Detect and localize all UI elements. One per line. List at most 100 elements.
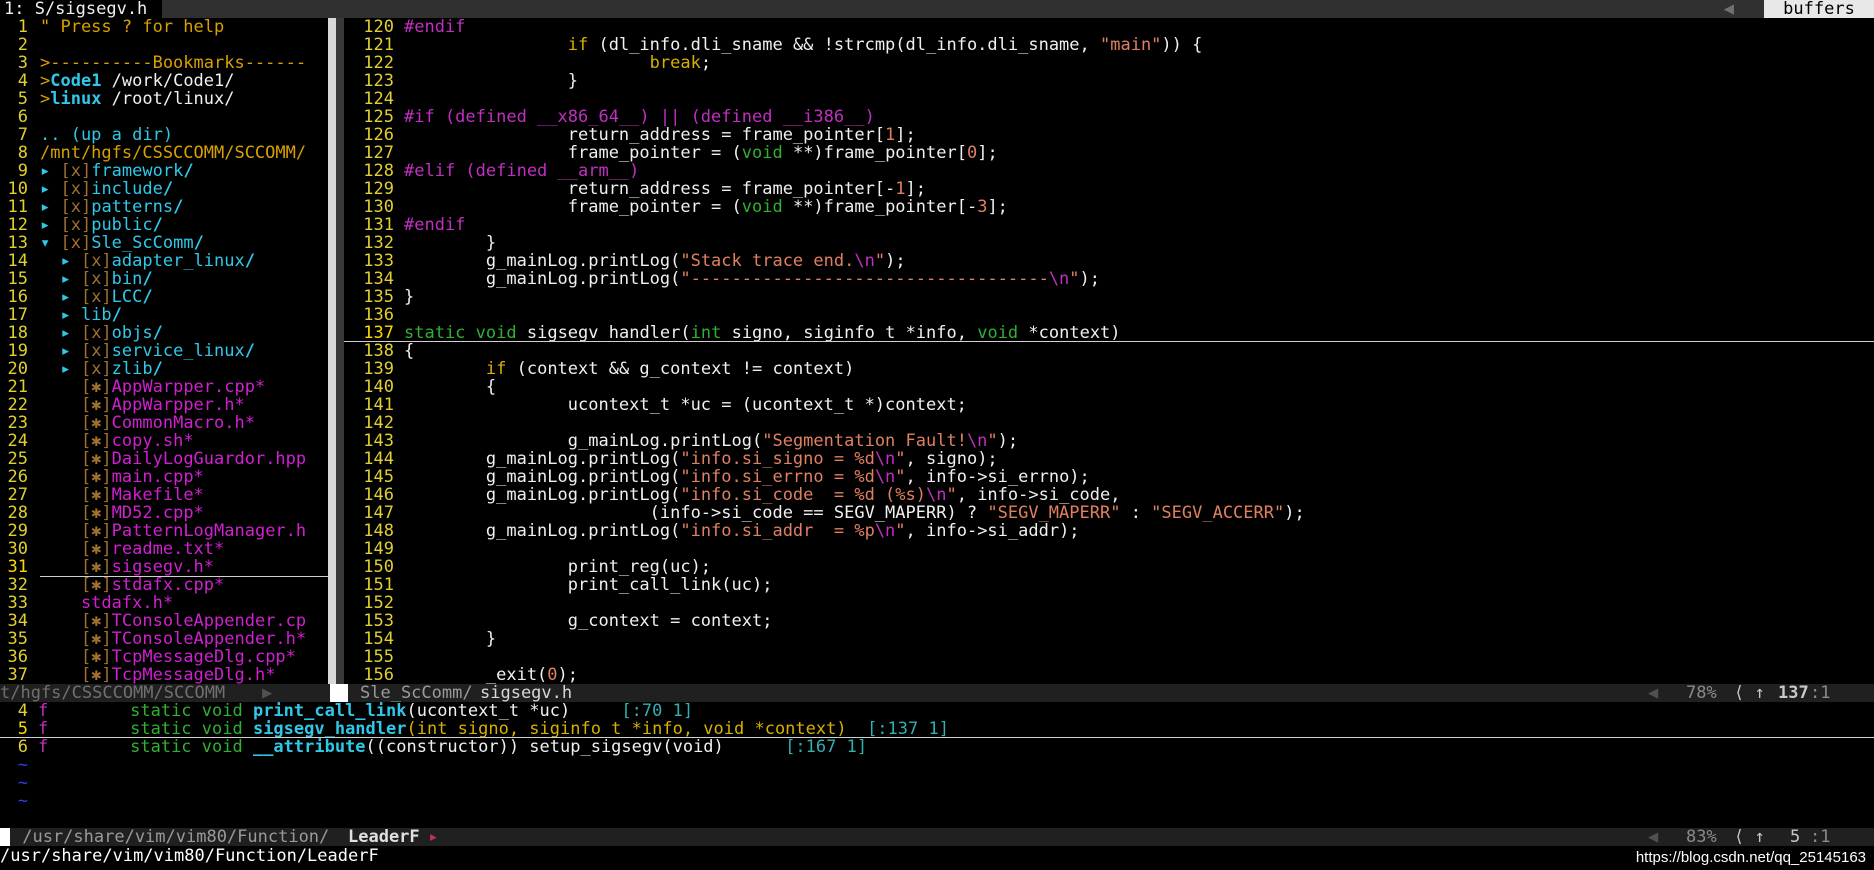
- nerdtree-text: ▾: [40, 234, 61, 252]
- code-line[interactable]: 156 _exit(0);: [344, 666, 1874, 684]
- tag-line[interactable]: 6f static void __attribute ((constructor)…: [0, 738, 1874, 756]
- tag-line[interactable]: 4f static void print_call_link (ucontext_…: [0, 702, 1874, 720]
- code-line[interactable]: 154 }: [344, 630, 1874, 648]
- nerdtree-line[interactable]: 35 [✱] TConsoleAppender.h*: [0, 630, 328, 648]
- line-number: 12: [7, 216, 28, 234]
- nerdtree-line[interactable]: 19 ▸ [x] service_linux /: [0, 342, 328, 360]
- nerdtree-line[interactable]: 17 ▸ lib /: [0, 306, 328, 324]
- code-line[interactable]: 139 if (context && g_context != context): [344, 360, 1874, 378]
- code-line[interactable]: 133 g_mainLog.printLog("Stack trace end.…: [344, 252, 1874, 270]
- nerdtree-line[interactable]: 20 ▸ [x] zlib /: [0, 360, 328, 378]
- nerdtree-line[interactable]: 16 ▸ [x] LCC /: [0, 288, 328, 306]
- code-line[interactable]: 150 print_reg(uc);: [344, 558, 1874, 576]
- code-line[interactable]: 130 frame_pointer = (void **)frame_point…: [344, 198, 1874, 216]
- nerdtree-line[interactable]: 12 ▸ [x] public /: [0, 216, 328, 234]
- nerdtree-line[interactable]: 22 [✱] AppWarpper.h*: [0, 396, 328, 414]
- code-text: void: [475, 324, 517, 342]
- nerdtree-line[interactable]: 7 .. (up a dir): [0, 126, 328, 144]
- code-line[interactable]: 124: [344, 90, 1874, 108]
- code-line[interactable]: 138 {: [344, 342, 1874, 360]
- code-line[interactable]: 149: [344, 540, 1874, 558]
- nerdtree-line[interactable]: 21 [✱] AppWarpper.cpp*: [0, 378, 328, 396]
- code-line[interactable]: 141 ucontext_t *uc = (ucontext_t *)conte…: [344, 396, 1874, 414]
- nerdtree-line[interactable]: 30 [✱] readme.txt*: [0, 540, 328, 558]
- code-line[interactable]: 132 }: [344, 234, 1874, 252]
- code-line[interactable]: 142: [344, 414, 1874, 432]
- code-line[interactable]: 134 g_mainLog.printLog("----------------…: [344, 270, 1874, 288]
- nerdtree-line[interactable]: 10 ▸ [x] include /: [0, 180, 328, 198]
- nerdtree-line[interactable]: 13 ▾ [x] Sle_ScComm /: [0, 234, 328, 252]
- code-line[interactable]: 131 #endif: [344, 216, 1874, 234]
- buffers-label[interactable]: buffers: [1764, 0, 1874, 18]
- code-line[interactable]: 135}: [344, 288, 1874, 306]
- line-number: 19: [7, 342, 28, 360]
- nerdtree-line[interactable]: 34 [✱] TConsoleAppender.cp: [0, 612, 328, 630]
- nerdtree-line[interactable]: 26 [✱] main.cpp*: [0, 468, 328, 486]
- code-line[interactable]: 128 #elif (defined __arm__): [344, 162, 1874, 180]
- nerdtree-line[interactable]: 9 ▸ [x] framework /: [0, 162, 328, 180]
- code-line[interactable]: 122 break;: [344, 54, 1874, 72]
- nerdtree-line[interactable]: 29 [✱] PatternLogManager.h: [0, 522, 328, 540]
- code-line[interactable]: 143 g_mainLog.printLog("Segmentation Fau…: [344, 432, 1874, 450]
- code-line[interactable]: 148 g_mainLog.printLog("info.si_addr = %…: [344, 522, 1874, 540]
- nerdtree-line[interactable]: 6: [0, 108, 328, 126]
- code-line[interactable]: 125 #if (defined __x86_64__) || (defined …: [344, 108, 1874, 126]
- code-text: \n: [1048, 270, 1070, 288]
- nerdtree-line[interactable]: 4 > Code1 /work/Code1/: [0, 72, 328, 90]
- code-line[interactable]: 153 g_context = context;: [344, 612, 1874, 630]
- nerdtree-line[interactable]: 18 ▸ [x] objs /: [0, 324, 328, 342]
- code-line[interactable]: 137 static void sigsegv_handler(int signo…: [344, 324, 1874, 342]
- nerdtree-line[interactable]: 15 ▸ [x] bin /: [0, 270, 328, 288]
- tab-sigsegv[interactable]: 1: S/sigsegv.h: [0, 0, 162, 18]
- nerdtree-line[interactable]: 24 [✱] copy.sh*: [0, 432, 328, 450]
- code-line[interactable]: 121 if (dl_info.dli_sname && !strcmp(dl_…: [344, 36, 1874, 54]
- nerdtree-text: [x]: [80, 360, 112, 378]
- line-number: 130: [363, 198, 394, 216]
- code-line[interactable]: 123 }: [344, 72, 1874, 90]
- code-text: g_mainLog.printLog(: [404, 450, 681, 468]
- nerdtree-line[interactable]: 36 [✱] TcpMessageDlg.cpp*: [0, 648, 328, 666]
- nerdtree-panel[interactable]: 1 " Press ? for help 2 3 >----------Bookmark…: [0, 18, 328, 684]
- code-editor[interactable]: 120 #endif 121 if (dl_info.dli_sname && !s…: [344, 18, 1874, 684]
- code-line[interactable]: 127 frame_pointer = (void **)frame_point…: [344, 144, 1874, 162]
- line-number: 134: [363, 270, 394, 288]
- nerdtree-line[interactable]: 27 [✱] Makefile*: [0, 486, 328, 504]
- nerdtree-line[interactable]: 2: [0, 36, 328, 54]
- code-text: , info->si_addr);: [905, 522, 1080, 540]
- command-line[interactable]: /usr/share/vim/vim80/Function/LeaderF: [0, 846, 1874, 870]
- code-line[interactable]: 155: [344, 648, 1874, 666]
- leaderf-results[interactable]: 4f static void print_call_link (ucontext_…: [0, 702, 1874, 828]
- code-line[interactable]: 140 {: [344, 378, 1874, 396]
- tag-line[interactable]: ~: [0, 774, 1874, 792]
- code-text: }: [404, 288, 415, 306]
- code-line[interactable]: 145 g_mainLog.printLog("info.si_errno = …: [344, 468, 1874, 486]
- nerdtree-line[interactable]: 32 [✱] stdafx.cpp*: [0, 576, 328, 594]
- tag-line[interactable]: 5f static void sigsegv_handler (int signo…: [0, 720, 1874, 738]
- nerdtree-line[interactable]: 5 > linux /root/linux/: [0, 90, 328, 108]
- nerdtree-line[interactable]: 14 ▸ [x] adapter_linux /: [0, 252, 328, 270]
- nerdtree-line[interactable]: 11 ▸ [x] patterns /: [0, 198, 328, 216]
- nerdtree-line[interactable]: 25 [✱] DailyLogGuardor.hpp: [0, 450, 328, 468]
- nerdtree-text: /: [244, 342, 255, 360]
- nerdtree-text: [✱]: [80, 486, 112, 504]
- nerdtree-line[interactable]: 3 >----------Bookmarks------: [0, 54, 328, 72]
- code-line[interactable]: 152: [344, 594, 1874, 612]
- nerdtree-line[interactable]: 31 [✱] sigsegv.h*: [0, 558, 328, 576]
- nerdtree-line[interactable]: 23 [✱] CommonMacro.h*: [0, 414, 328, 432]
- tag-line[interactable]: ~: [0, 792, 1874, 810]
- nerdtree-line[interactable]: 37 [✱] TcpMessageDlg.h*: [0, 666, 328, 684]
- tag-line[interactable]: ~: [0, 756, 1874, 774]
- code-line[interactable]: 129 return_address = frame_pointer[- 1];: [344, 180, 1874, 198]
- nerdtree-line[interactable]: 8/mnt/hgfs/CSSCCOMM/SCCOMM/: [0, 144, 328, 162]
- code-line[interactable]: 120 #endif: [344, 18, 1874, 36]
- nerdtree-line[interactable]: 1 " Press ? for help: [0, 18, 328, 36]
- window-divider[interactable]: [328, 18, 336, 684]
- code-line[interactable]: 147 (info->si_code == SEGV_MAPERR) ? "SE…: [344, 504, 1874, 522]
- nerdtree-line[interactable]: 28 [✱] MD52.cpp*: [0, 504, 328, 522]
- code-line[interactable]: 144 g_mainLog.printLog("info.si_signo = …: [344, 450, 1874, 468]
- code-line[interactable]: 151 print_call_link(uc);: [344, 576, 1874, 594]
- nerdtree-line[interactable]: 33 stdafx.h*: [0, 594, 328, 612]
- code-line[interactable]: 126 return_address = frame_pointer[1];: [344, 126, 1874, 144]
- code-line[interactable]: 146 g_mainLog.printLog("info.si_code = %…: [344, 486, 1874, 504]
- code-line[interactable]: 136: [344, 306, 1874, 324]
